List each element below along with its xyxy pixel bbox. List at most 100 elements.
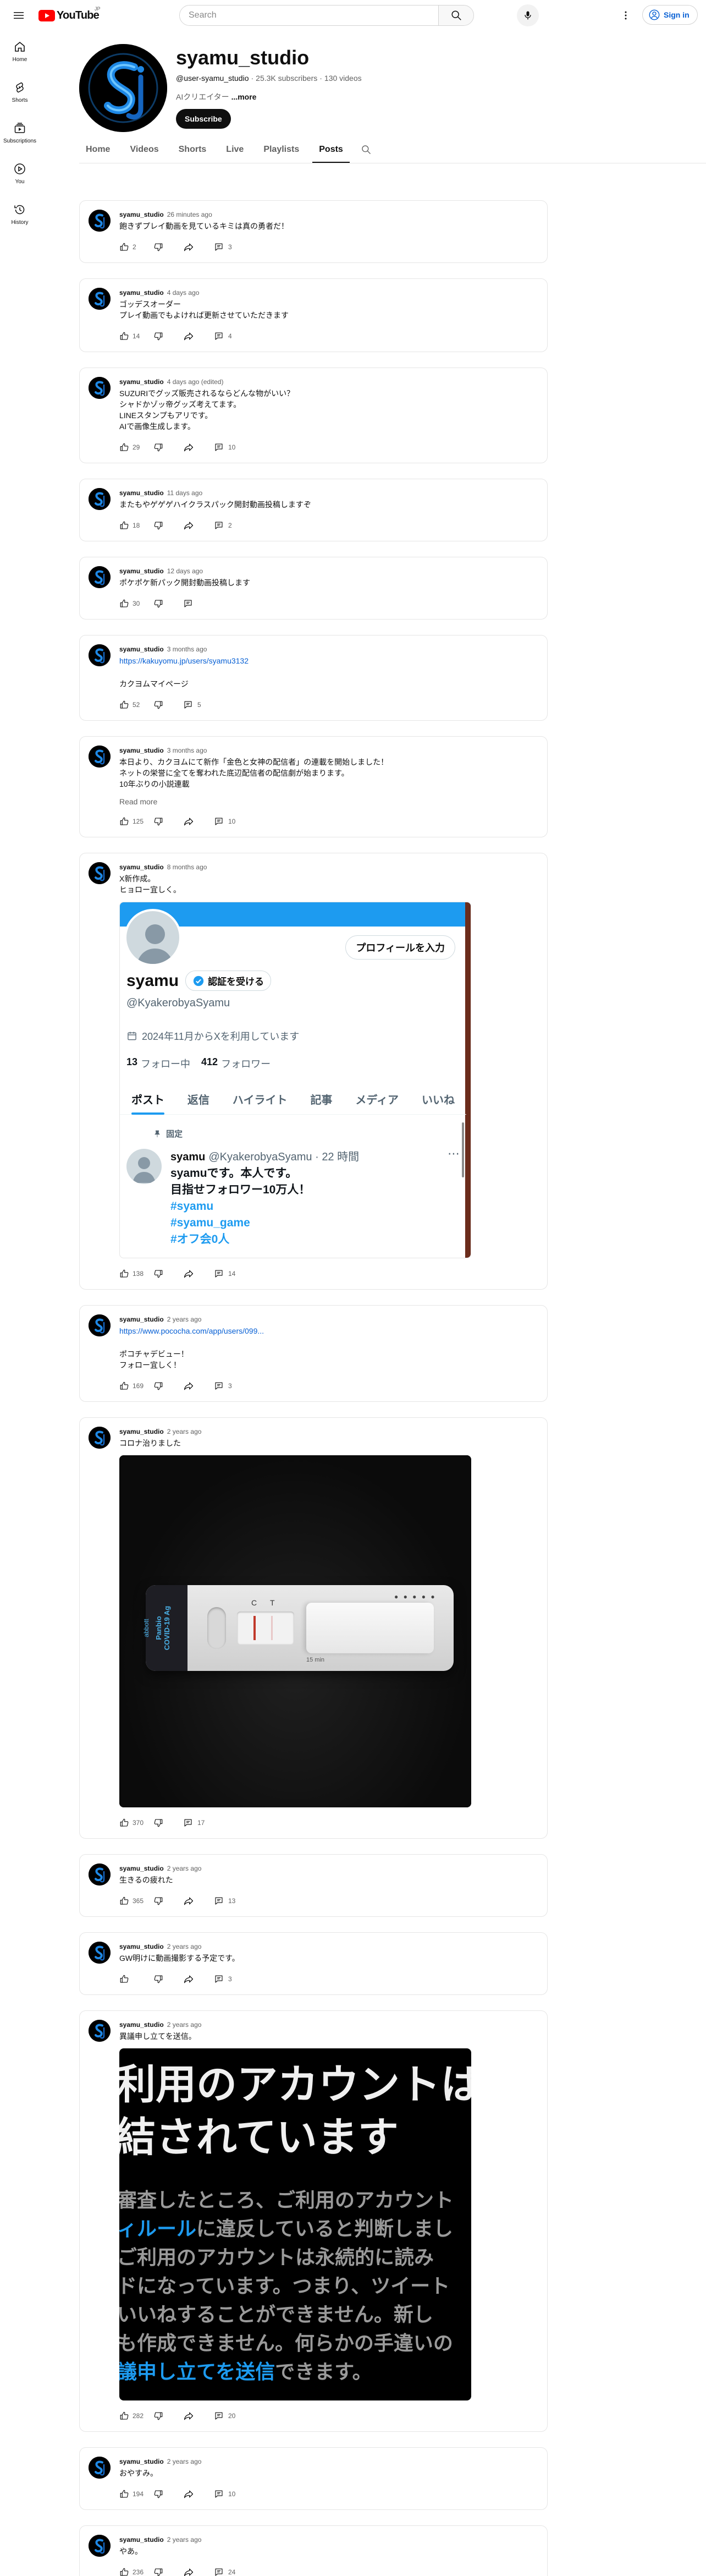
like-button[interactable]: 138 [119, 1269, 153, 1279]
dislike-button[interactable] [153, 331, 183, 341]
share-button[interactable] [183, 1974, 214, 1985]
post-time[interactable]: 2 years ago [167, 1864, 202, 1873]
tab-playlists[interactable]: Playlists [257, 136, 306, 163]
tab-posts[interactable]: Posts [312, 136, 350, 163]
post-author-avatar[interactable] [89, 1864, 111, 1886]
x-tab-articles[interactable]: 記事 [310, 1091, 332, 1107]
like-button[interactable]: 236 [119, 2567, 153, 2576]
post-author[interactable]: syamu_studio [119, 2020, 164, 2030]
comment-button[interactable]: 3 [214, 1974, 232, 1984]
like-button[interactable]: 29 [119, 442, 153, 452]
post-author[interactable]: syamu_studio [119, 746, 164, 755]
post-time[interactable]: 4 days ago (edited) [167, 377, 224, 387]
post-author-avatar[interactable] [89, 1314, 111, 1336]
channel-search-button[interactable] [356, 136, 376, 163]
post-time[interactable]: 2 years ago [167, 1427, 202, 1437]
like-button[interactable]: 18 [119, 520, 153, 530]
post-author-avatar[interactable] [89, 2535, 111, 2557]
post-time[interactable]: 2 years ago [167, 2535, 202, 2545]
like-button[interactable]: 30 [119, 599, 153, 609]
post-author-avatar[interactable] [89, 566, 111, 588]
post-author-avatar[interactable] [89, 862, 111, 884]
post-time[interactable]: 2 years ago [167, 2457, 202, 2467]
like-button[interactable]: 2 [119, 242, 153, 252]
comment-button[interactable]: 17 [183, 1818, 205, 1828]
youtube-logo[interactable]: YouTube [38, 9, 100, 22]
post-author[interactable]: syamu_studio [119, 1314, 164, 1324]
post-author[interactable]: syamu_studio [119, 1942, 164, 1952]
dislike-button[interactable] [153, 2567, 183, 2576]
post-author[interactable]: syamu_studio [119, 2535, 164, 2545]
post-author[interactable]: syamu_studio [119, 862, 164, 872]
like-button[interactable]: 370 [119, 1818, 153, 1828]
post-time[interactable]: 4 days ago [167, 288, 200, 298]
post-author[interactable]: syamu_studio [119, 1864, 164, 1873]
x-hashtag[interactable]: #syamu_game [170, 1215, 310, 1231]
comment-button[interactable]: 10 [214, 442, 235, 452]
tab-videos[interactable]: Videos [123, 136, 165, 163]
share-button[interactable] [183, 816, 214, 827]
share-button[interactable] [183, 520, 214, 531]
dislike-button[interactable] [153, 1381, 183, 1391]
guide-item-subscriptions[interactable]: Subscriptions [0, 112, 40, 153]
dislike-button[interactable] [153, 1818, 183, 1828]
guide-item-you[interactable]: You [0, 153, 40, 194]
comment-button[interactable]: 24 [214, 2567, 235, 2576]
share-button[interactable] [183, 2410, 214, 2421]
post-author[interactable]: syamu_studio [119, 377, 164, 387]
menu-button[interactable] [9, 6, 29, 25]
dislike-button[interactable] [153, 442, 183, 452]
share-button[interactable] [183, 1380, 214, 1391]
post-author[interactable]: syamu_studio [119, 2457, 164, 2467]
post-time[interactable]: 2 years ago [167, 1314, 202, 1324]
post-image-x-profile[interactable]: プロフィールを入力 syamu 認証を受ける @KyakerobyaSyamu … [119, 902, 471, 1258]
post-author-avatar[interactable] [89, 644, 111, 666]
comment-button[interactable]: 3 [214, 242, 232, 252]
comment-button[interactable]: 5 [183, 700, 201, 710]
like-button[interactable]: 125 [119, 816, 153, 826]
comment-button[interactable]: 13 [214, 1896, 235, 1906]
guide-item-history[interactable]: History [0, 194, 40, 234]
post-time[interactable]: 3 months ago [167, 746, 207, 755]
post-author[interactable]: syamu_studio [119, 488, 164, 498]
dislike-button[interactable] [153, 1269, 183, 1279]
post-time[interactable]: 8 months ago [167, 862, 207, 872]
tab-shorts[interactable]: Shorts [172, 136, 213, 163]
comment-button[interactable]: 20 [214, 2411, 235, 2421]
share-button[interactable] [183, 242, 214, 253]
share-button[interactable] [183, 1895, 214, 1906]
dislike-button[interactable] [153, 2489, 183, 2499]
post-image-covid-test[interactable]: Panbio COVID-19 Ag abbott C T ● ● ● ● ● … [119, 1455, 471, 1807]
comment-button[interactable] [183, 599, 197, 609]
voice-search-button[interactable] [517, 4, 539, 26]
post-author-avatar[interactable] [89, 488, 111, 510]
channel-description[interactable]: AIクリエイター ...more [176, 91, 256, 102]
post-link[interactable]: https://kakuyomu.jp/users/syamu3132 [119, 655, 538, 666]
dislike-button[interactable] [153, 242, 183, 252]
share-button[interactable] [183, 331, 214, 342]
like-button[interactable]: 169 [119, 1381, 153, 1391]
x-tweet-more-icon[interactable]: ⋯ [448, 1147, 460, 1161]
channel-avatar[interactable] [79, 44, 167, 132]
post-author[interactable]: syamu_studio [119, 644, 164, 654]
comment-button[interactable]: 10 [214, 816, 235, 826]
share-button[interactable] [183, 1268, 214, 1279]
post-image-appeal[interactable]: 利用のアカウントは 結されています 審査したところ、ご利用のアカウント ィルールに… [119, 2048, 471, 2400]
dislike-button[interactable] [153, 520, 183, 530]
post-author[interactable]: syamu_studio [119, 566, 164, 576]
x-scrollbar[interactable] [462, 1122, 464, 1177]
post-time[interactable]: 3 months ago [167, 644, 207, 654]
x-followers-label[interactable]: フォロワー [221, 1056, 271, 1071]
share-button[interactable] [183, 442, 214, 453]
read-more-link[interactable]: Read more [119, 797, 538, 806]
post-author-avatar[interactable] [89, 2020, 111, 2042]
x-tab-replies[interactable]: 返信 [187, 1091, 209, 1107]
post-link[interactable]: https://www.pococha.com/app/users/099... [119, 1325, 538, 1336]
subscribe-button[interactable]: Subscribe [176, 109, 231, 129]
comment-button[interactable]: 4 [214, 331, 232, 341]
x-tab-posts[interactable]: ポスト [131, 1083, 164, 1115]
settings-menu-button[interactable] [616, 6, 636, 25]
guide-item-shorts[interactable]: Shorts [0, 72, 40, 112]
post-author-avatar[interactable] [89, 746, 111, 768]
like-button[interactable] [119, 1974, 153, 1984]
